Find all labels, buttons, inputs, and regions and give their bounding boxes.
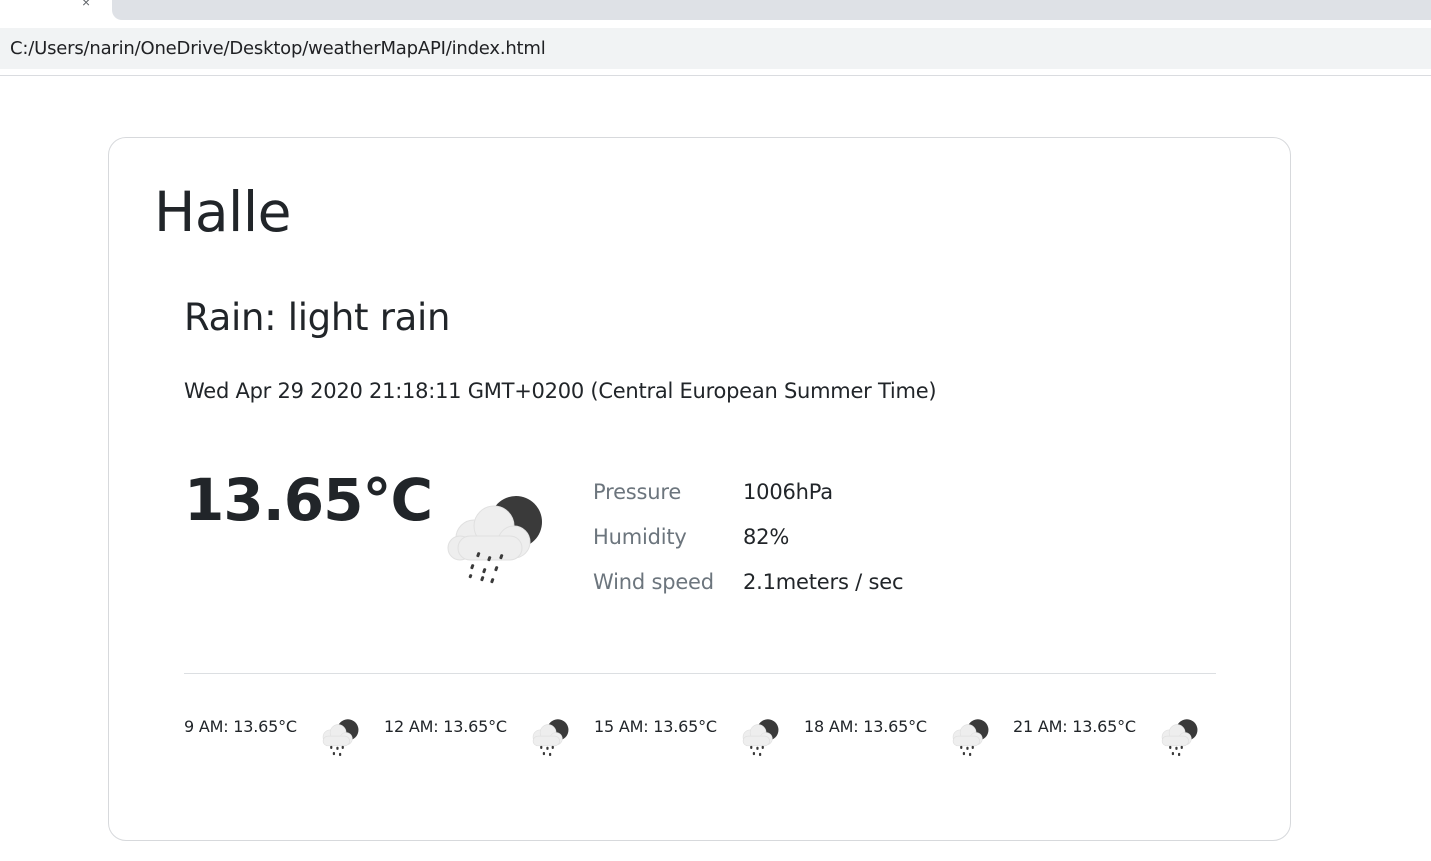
forecast-text: 15 AM: 13.65°C [594, 717, 717, 736]
toolbar-divider [0, 75, 1431, 76]
weather-condition: Rain: light rain [184, 296, 451, 339]
tab-strip: × [0, 0, 1431, 28]
rain-cloud-moon-icon [742, 718, 779, 757]
wind-speed-value: 2.1meters / sec [743, 570, 904, 594]
forecast-text: 9 AM: 13.65°C [184, 717, 297, 736]
wind-speed-label: Wind speed [593, 570, 714, 594]
rain-cloud-moon-icon [532, 718, 569, 757]
forecast-divider [184, 673, 1216, 674]
rain-cloud-moon-icon [322, 718, 359, 757]
current-datetime: Wed Apr 29 2020 21:18:11 GMT+0200 (Centr… [184, 379, 937, 403]
city-name: Halle [154, 180, 291, 244]
pressure-value: 1006hPa [743, 480, 833, 504]
tab-strip-background [112, 0, 1431, 20]
humidity-label: Humidity [593, 525, 687, 549]
forecast-text: 21 AM: 13.65°C [1013, 717, 1136, 736]
forecast-text: 18 AM: 13.65°C [804, 717, 927, 736]
rain-cloud-moon-icon [1161, 718, 1198, 757]
pressure-label: Pressure [593, 480, 682, 504]
current-temperature: 13.65°C [184, 466, 433, 534]
address-bar[interactable]: C:/Users/narin/OneDrive/Desktop/weatherM… [0, 28, 1431, 69]
humidity-value: 82% [743, 525, 790, 549]
rain-cloud-moon-icon [952, 718, 989, 757]
url-text[interactable]: C:/Users/narin/OneDrive/Desktop/weatherM… [10, 38, 546, 59]
active-tab[interactable]: × [0, 0, 112, 28]
rain-cloud-moon-icon [447, 496, 542, 584]
forecast-text: 12 AM: 13.65°C [384, 717, 507, 736]
tab-close-icon[interactable]: × [82, 0, 90, 10]
